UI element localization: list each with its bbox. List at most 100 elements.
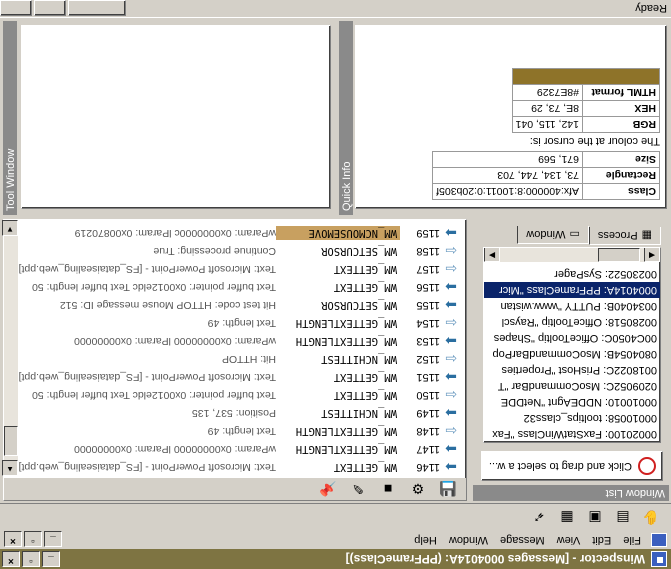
message-name: WM_GETTEXTLENGTH — [295, 317, 397, 329]
message-params: wParam: 0x00000000 lParam: 0x00000000 — [74, 443, 276, 455]
edit-icon[interactable]: ✎ — [346, 478, 370, 500]
window-list-item[interactable]: 00C4050C: OfficeTooltip "Shapes — [484, 330, 660, 346]
tab-process[interactable]: ▦ Process — [588, 227, 661, 245]
status-pane — [68, 0, 126, 16]
arrow-left-icon: ⇦ — [445, 423, 457, 440]
window-list-item[interactable]: 0004014A: PPFrameClass "Micr — [484, 282, 660, 298]
save-icon[interactable]: 💾 — [436, 478, 460, 500]
message-name: WM_NCMOUSEMOVE — [276, 226, 400, 240]
tool-window-panel: Tool Window — [3, 21, 335, 215]
message-params: Text length: 49 — [207, 425, 276, 437]
message-params: Text: Microsoft PowerPoint - [FS_dataise… — [18, 263, 276, 275]
message-row[interactable]: ➡ 1151 WM_GETTEXT Text: Microsoft PowerPoin… — [18, 368, 462, 386]
arrow-right-icon: ➡ — [445, 459, 457, 476]
message-params: Text buffer pointer: 0x0012eldc Text buf… — [31, 281, 276, 293]
messages-vscroll[interactable]: ▲ ▼ — [2, 220, 18, 476]
hand-icon[interactable]: ✋ — [639, 507, 663, 529]
arrow-left-icon: ⇦ — [445, 387, 457, 404]
message-number: 1150 — [416, 389, 440, 401]
message-number: 1158 — [416, 245, 440, 257]
colour-caption: The colour at the cursor is: — [529, 135, 660, 147]
crosshair-icon[interactable] — [638, 457, 656, 475]
filter-icon[interactable]: ⚙ — [406, 478, 430, 500]
menu-file[interactable]: File — [617, 534, 647, 546]
window-list-item[interactable]: 00010010: NDDEAgnt "NetDDE — [484, 394, 660, 410]
window-list-panel: Window List Click and drag to select a w… — [473, 219, 669, 501]
scroll-up-button[interactable]: ▲ — [2, 460, 18, 476]
message-number: 1151 — [416, 371, 440, 383]
message-name: WM_GETTEXT — [333, 389, 397, 401]
status-pane — [34, 0, 66, 16]
tree-icon[interactable]: ▦ — [555, 507, 579, 529]
message-params: Hit test code: HTTOP Mouse message ID: 5… — [59, 299, 276, 311]
window-list-item[interactable]: 0018022C: PrisHost "Properties — [484, 362, 660, 378]
message-number: 1156 — [416, 281, 440, 293]
scroll-thumb[interactable] — [598, 248, 640, 262]
arrow-right-icon: ➡ — [445, 441, 457, 458]
window-list-item[interactable]: 00230522: SysPager — [484, 266, 660, 282]
status-pane — [0, 0, 32, 16]
main-toolbar: ✋ ▤ ▣ ▦ ➶ — [0, 503, 671, 531]
scroll-right-button[interactable]: ▶ — [484, 247, 500, 262]
close-button[interactable]: × — [2, 551, 20, 567]
message-params: Text length: 49 — [207, 317, 276, 329]
window-list-item[interactable]: 0804054B: MsoCommandBarPop — [484, 346, 660, 362]
arrow-left-icon: ⇦ — [445, 315, 457, 332]
scroll-left-button[interactable]: ◀ — [644, 247, 660, 262]
message-name: WM_GETTEXTLENGTH — [295, 335, 397, 347]
child-restore-button[interactable]: ▫ — [24, 531, 42, 547]
window-icon[interactable]: ▣ — [583, 507, 607, 529]
message-params: Position: 537, 135 — [191, 407, 276, 419]
message-row[interactable]: ➡ 1155 WM_SETCURSOR Hit test code: HTTOP Mo… — [18, 296, 462, 314]
minimize-button[interactable]: _ — [42, 551, 60, 567]
message-row[interactable]: ⇦ 1150 WM_GETTEXT Text buffer pointer: 0x00… — [18, 386, 462, 404]
finder-tool[interactable]: Click and drag to select a w... — [481, 451, 663, 481]
window-info-table: Class Afx:400000:8:10011:0:20b305f Rectan… — [432, 151, 660, 200]
message-row[interactable]: ➡ 1147 WM_GETTEXTLENGTH wParam: 0x00000000 … — [18, 440, 462, 458]
window-list-item[interactable]: 00280518: OfficeTooltip "Rayscl — [484, 314, 660, 330]
message-row[interactable]: ⇦ 1157 WM_GETTEXT Text: Microsoft PowerPoin… — [18, 260, 462, 278]
menu-window[interactable]: Window — [443, 534, 494, 546]
drag-hint-label: Click and drag to select a w... — [488, 460, 632, 472]
child-minimize-button[interactable]: _ — [44, 531, 62, 547]
window-list-item[interactable]: 00020100: FaxStatWinClass "Fax — [484, 426, 660, 442]
window-list-item[interactable]: 0209052C: MsoCommandBar "T — [484, 378, 660, 394]
message-params: wParam: 0x0000000c lParam: 0x00870219 — [74, 227, 276, 239]
tab-window[interactable]: ▭ Window — [517, 226, 589, 244]
pointer-icon[interactable]: ➶ — [527, 507, 551, 529]
message-row[interactable]: ⇦ 1158 WM_SETCURSOR Continue processing: Tr… — [18, 242, 462, 260]
message-row[interactable]: ➡ 1149 WM_NCHITTEST Position: 537, 135 — [18, 404, 462, 422]
message-row[interactable]: ➡ 1153 WM_GETTEXTLENGTH wParam: 0x00000000 … — [18, 332, 462, 350]
message-row[interactable]: ➡ 1156 WM_GETTEXT Text buffer pointer: 0x00… — [18, 278, 462, 296]
message-row[interactable]: ⇦ 1148 WM_GETTEXTLENGTH Text length: 49 — [18, 422, 462, 440]
message-list[interactable]: ➡ 1146 WM_GETTEXT Text: Microsoft PowerPoin… — [18, 220, 466, 476]
message-params: Text: Microsoft PowerPoint - [FS_dataise… — [18, 461, 276, 473]
window-list-item[interactable]: 0034040B: PUTTY "www.wistan — [484, 298, 660, 314]
window-list[interactable]: 00020100: FaxStatWinClass "Fax 00010058: … — [483, 247, 661, 443]
quick-info-panel: Quick Info Class Afx:400000:8:10011:0:20b… — [339, 21, 669, 215]
message-params: Continue processing: True — [153, 245, 276, 257]
window-list-item[interactable]: 00010058: tooltips_class32 — [484, 410, 660, 426]
scroll-thumb[interactable] — [4, 426, 18, 456]
menu-help[interactable]: Help — [408, 534, 443, 546]
stop-icon[interactable]: ■ — [376, 478, 400, 500]
message-params: Hit: HTTOP — [221, 353, 276, 365]
window-list-hscroll[interactable]: ◀ ▶ — [484, 247, 660, 262]
child-close-button[interactable]: × — [4, 531, 22, 547]
message-row[interactable]: ➡ 1159 WM_NCMOUSEMOVE wParam: 0x0000000c lP… — [18, 224, 462, 242]
message-row[interactable]: ⇦ 1154 WM_GETTEXTLENGTH Text length: 49 — [18, 314, 462, 332]
menu-message[interactable]: Message — [494, 534, 551, 546]
message-name: WM_NCHITTEST — [321, 353, 397, 365]
message-row[interactable]: ➡ 1146 WM_GETTEXT Text: Microsoft PowerPoin… — [18, 458, 462, 476]
message-row[interactable]: ⇦ 1152 WM_NCHITTEST Hit: HTTOP — [18, 350, 462, 368]
maximize-button[interactable]: ▫ — [22, 551, 40, 567]
arrow-right-icon: ➡ — [445, 369, 457, 386]
pin-icon[interactable]: 📌 — [316, 478, 340, 500]
menu-view[interactable]: View — [551, 534, 587, 546]
drop-icon[interactable]: ▤ — [611, 507, 635, 529]
message-name: WM_SETCURSOR — [321, 245, 397, 257]
message-params: Text buffer pointer: 0x0012eldc Text buf… — [31, 389, 276, 401]
colour-info-table: RGB 142, 115, 041 HEX 8E, 73, 29 HTML form… — [511, 68, 660, 133]
menu-edit[interactable]: Edit — [586, 534, 617, 546]
scroll-down-button[interactable]: ▼ — [2, 220, 18, 236]
